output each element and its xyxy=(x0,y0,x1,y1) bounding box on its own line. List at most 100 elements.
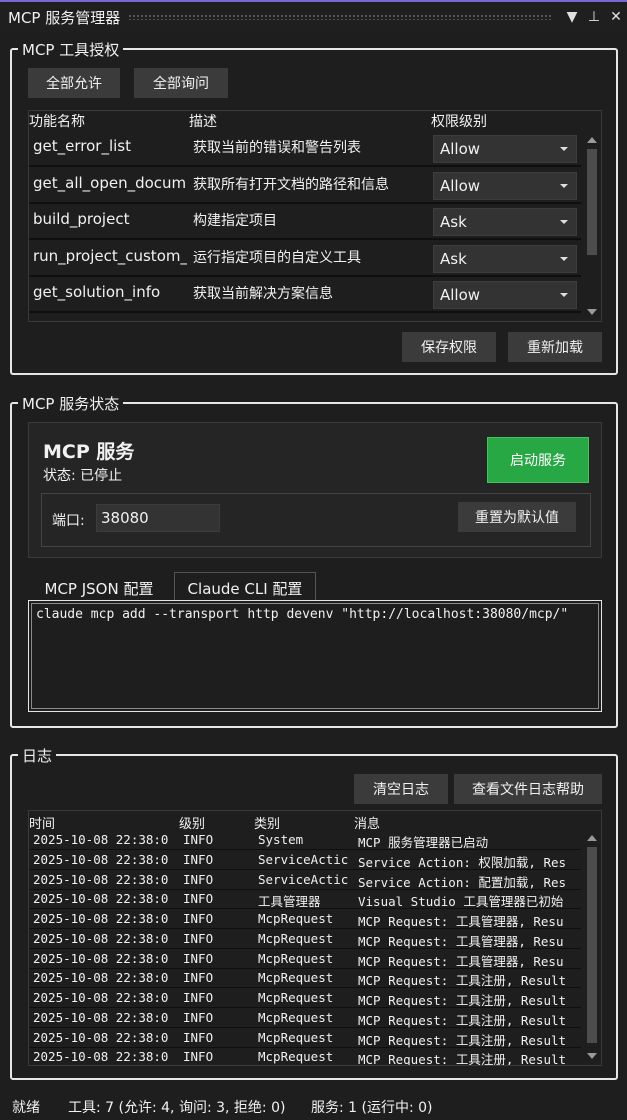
scrollbar-thumb[interactable] xyxy=(587,847,597,1043)
chevron-down-icon xyxy=(560,220,568,224)
column-header-name[interactable]: 功能名称 xyxy=(29,111,85,131)
tools-group-legend: MCP 工具授权 xyxy=(18,39,124,60)
tool-name: get_solution_info xyxy=(33,283,161,301)
log-row[interactable]: 2025-10-08 22:38:0 INFO McpRequest MCP Requ… xyxy=(29,988,581,1008)
permission-level-select[interactable]: Ask xyxy=(433,244,577,273)
tools-grid-scrollbar[interactable] xyxy=(583,131,601,321)
port-input[interactable]: 38080 xyxy=(96,504,220,532)
log-category: McpRequest xyxy=(258,911,334,926)
log-row[interactable]: 2025-10-08 22:38:0 INFO McpRequest MCP Requ… xyxy=(29,1047,581,1065)
scroll-up-icon[interactable] xyxy=(587,835,597,841)
tool-row[interactable]: get_all_open_documents 获取所有打开文档的路径和信息 Allo… xyxy=(29,168,581,204)
log-category: McpRequest xyxy=(258,950,334,966)
permission-level-select[interactable]: Allow xyxy=(433,281,577,309)
log-time: 2025-10-08 22:38:0 xyxy=(33,990,169,1005)
log-level: INFO xyxy=(183,990,214,1005)
log-row[interactable]: 2025-10-08 22:38:0 INFO 工具管理器 Visual Studio… xyxy=(29,889,581,910)
permission-level-select[interactable]: Allow xyxy=(433,135,577,163)
tool-name: get_error_list xyxy=(33,137,131,155)
scrollbar-thumb[interactable] xyxy=(587,149,597,255)
tools-group: MCP 工具授权 全部允许 全部询问 功能名称 描述 权限级别 get_erro… xyxy=(10,39,618,375)
log-row[interactable]: 2025-10-08 22:38:0 INFO ServiceActic Servic… xyxy=(29,870,581,890)
window-titlebar: MCP 服务管理器 ▼ ⊥ ✕ xyxy=(0,0,627,32)
tool-name: run_project_custom_tool xyxy=(33,246,187,265)
log-message: MCP Request: 工具管理器, Resu xyxy=(358,953,564,969)
log-group: 日志 清空日志 查看文件日志帮助 时间 级别 类别 消息 2025-10-08 … xyxy=(10,745,618,1080)
scroll-down-icon[interactable] xyxy=(587,1053,597,1059)
permission-level-select[interactable]: Allow xyxy=(433,171,577,200)
reset-default-button[interactable]: 重置为默认值 xyxy=(458,502,576,532)
log-row[interactable]: 2025-10-08 22:38:0 INFO McpRequest MCP Requ… xyxy=(29,949,581,969)
tool-description: 构建指定项目 xyxy=(193,213,277,229)
log-grid-scrollbar[interactable] xyxy=(583,829,601,1065)
tool-row[interactable]: get_error_list 获取当前的错误和警告列表 Allow xyxy=(29,131,581,167)
log-message: Visual Studio 工具管理器已初始 xyxy=(358,894,564,910)
allow-all-button[interactable]: 全部允许 xyxy=(28,68,120,98)
tool-name: build_project xyxy=(33,210,130,228)
log-level: INFO xyxy=(183,1029,214,1045)
service-panel: MCP 服务 状态: 已停止 启动服务 端口: 38080 重置为默认值 xyxy=(28,422,602,558)
log-row[interactable]: 2025-10-08 22:38:0 INFO McpRequest MCP Requ… xyxy=(29,968,581,989)
log-row[interactable]: 2025-10-08 22:38:0 INFO McpRequest MCP Requ… xyxy=(29,1028,581,1048)
log-category: System xyxy=(258,832,304,847)
column-header-desc[interactable]: 描述 xyxy=(189,111,217,131)
chevron-down-icon xyxy=(560,147,568,151)
log-time: 2025-10-08 22:38:0 xyxy=(33,891,169,907)
tool-row[interactable]: get_active_document 获取当前活动文档的路径 xyxy=(29,314,581,322)
log-row[interactable]: 2025-10-08 22:38:0 INFO McpRequest MCP Requ… xyxy=(29,929,581,949)
log-time: 2025-10-08 22:38:0 xyxy=(33,970,169,986)
save-permissions-button[interactable]: 保存权限 xyxy=(402,332,496,362)
log-row[interactable]: 2025-10-08 22:38:0 INFO McpRequest MCP Requ… xyxy=(29,1008,581,1028)
service-status-text: 状态: 已停止 xyxy=(43,468,123,484)
log-category: McpRequest xyxy=(258,1009,334,1025)
tool-row[interactable]: build_project 构建指定项目 Ask xyxy=(29,204,581,240)
port-label: 端口: xyxy=(52,513,85,529)
clear-log-button[interactable]: 清空日志 xyxy=(354,774,448,804)
file-log-help-button[interactable]: 查看文件日志帮助 xyxy=(454,774,602,804)
scroll-down-icon[interactable] xyxy=(587,309,597,315)
tool-description: 获取当前的错误和警告列表 xyxy=(193,140,361,156)
log-level: INFO xyxy=(183,970,214,986)
scroll-up-icon[interactable] xyxy=(587,137,597,143)
log-time: 2025-10-08 22:38:0 xyxy=(33,950,169,966)
log-category: ServiceActic xyxy=(258,851,349,867)
log-level: INFO xyxy=(183,891,214,907)
log-message: MCP 服务管理器已启动 xyxy=(358,835,489,850)
log-time: 2025-10-08 22:38:0 xyxy=(33,1049,169,1065)
service-group: MCP 服务状态 MCP 服务 状态: 已停止 启动服务 端口: 38080 重… xyxy=(10,393,618,728)
log-category: McpRequest xyxy=(258,970,334,986)
chevron-down-icon xyxy=(560,183,568,188)
log-time: 2025-10-08 22:38:0 xyxy=(33,911,169,926)
pin-icon[interactable]: ⊥ xyxy=(583,9,605,25)
log-row[interactable]: 2025-10-08 22:38:0 INFO ServiceActic Servic… xyxy=(29,850,581,870)
titlebar-grip[interactable] xyxy=(128,14,553,20)
column-header-level[interactable]: 权限级别 xyxy=(431,111,487,131)
log-row[interactable]: 2025-10-08 22:38:0 INFO System MCP 服务管理器已启动 xyxy=(29,830,581,850)
tool-description: 获取当前活动文档的路径 xyxy=(193,320,429,322)
log-time: 2025-10-08 22:38:0 xyxy=(33,832,169,847)
tool-row[interactable]: get_solution_info 获取当前解决方案信息 Allow xyxy=(29,277,581,313)
status-services: 服务: 1 (运行中: 0) xyxy=(311,1100,433,1116)
permission-level-select[interactable]: Ask xyxy=(433,208,577,236)
service-group-legend: MCP 服务状态 xyxy=(18,393,124,414)
cli-command-text[interactable]: claude mcp add --transport http devenv "… xyxy=(31,603,599,709)
log-level: INFO xyxy=(183,851,214,867)
permission-level-value: Allow xyxy=(440,286,481,304)
log-message: Service Action: 权限加载, Res xyxy=(358,854,567,870)
cli-command-box: claude mcp add --transport http devenv "… xyxy=(28,600,602,712)
tool-row[interactable]: run_project_custom_tool 运行指定项目的自定义工具 Ask xyxy=(29,241,581,277)
ask-all-button[interactable]: 全部询问 xyxy=(134,68,228,98)
tool-description: 获取所有打开文档的路径和信息 xyxy=(193,176,389,193)
start-service-button[interactable]: 启动服务 xyxy=(487,437,589,483)
reload-button[interactable]: 重新加载 xyxy=(508,332,602,362)
log-message: MCP Request: 工具注册, Result xyxy=(358,1012,567,1028)
tool-description: 获取当前解决方案信息 xyxy=(193,286,333,302)
log-row[interactable]: 2025-10-08 22:38:0 INFO McpRequest MCP Requ… xyxy=(29,909,581,929)
log-message: MCP Request: 工具管理器, Resu xyxy=(358,914,564,929)
tool-name: get_active_document xyxy=(33,320,187,322)
log-category: McpRequest xyxy=(258,1029,334,1045)
dropdown-menu-icon[interactable]: ▼ xyxy=(561,9,583,25)
log-category: McpRequest xyxy=(258,930,334,946)
log-message: MCP Request: 工具注册, Result xyxy=(358,973,567,989)
close-icon[interactable]: ✕ xyxy=(605,9,627,25)
